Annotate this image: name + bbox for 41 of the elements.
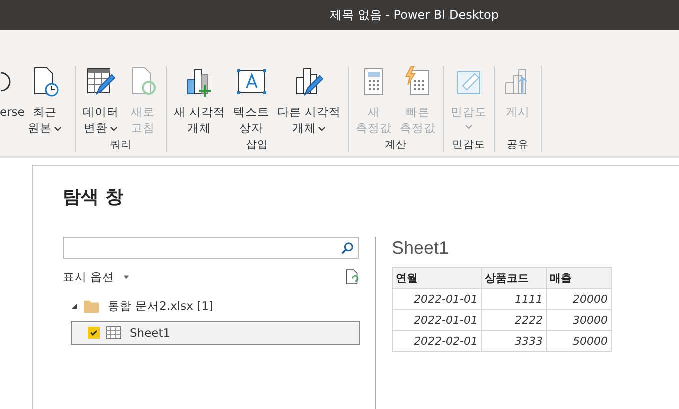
group-label: 민감도 — [452, 138, 486, 153]
ribbon-button[interactable]: 텍스트 상자 — [230, 66, 273, 138]
ribbon-button[interactable]: erse — [0, 66, 25, 156]
group-label: 삽입 — [246, 138, 269, 153]
expand-arrow-icon[interactable] — [71, 302, 78, 310]
checkbox[interactable] — [88, 327, 100, 339]
arc-icon — [0, 72, 11, 92]
table-cell: 30000 — [546, 310, 612, 330]
workbook-label[interactable]: 통합 문서2.xlsx [1] — [108, 298, 214, 314]
table-pencil-icon — [84, 66, 117, 98]
table-icon — [106, 326, 122, 340]
group-label: 계산 — [385, 138, 408, 153]
display-options-dropdown[interactable]: 표시 옵션 — [63, 270, 115, 284]
column-header: 상품코드 — [482, 268, 546, 288]
column-header: 매출 — [546, 268, 612, 288]
search-icon — [341, 242, 354, 254]
column-header: 연월 — [392, 268, 482, 288]
table-cell: 2022-01-01 — [392, 310, 482, 330]
ribbon-button[interactable]: 최근 원본 — [24, 66, 65, 156]
table-cell: 3333 — [482, 330, 546, 352]
table-cell: 2022-02-01 — [392, 330, 482, 352]
search-field[interactable] — [63, 237, 359, 259]
group-label: 쿼리 — [110, 138, 132, 153]
document-refresh-icon[interactable] — [345, 269, 359, 285]
table-cell: 50000 — [546, 330, 612, 352]
folder-icon — [83, 298, 100, 314]
ribbon-button[interactable]: 새 시각적 개체 — [170, 66, 229, 138]
table-cell: 2022-01-01 — [392, 288, 482, 310]
dropdown-arrow-icon[interactable] — [122, 274, 130, 280]
dialog-title: 탐색 창 — [63, 186, 124, 209]
ribbon-button[interactable]: 데이터 변환 — [80, 66, 122, 138]
ribbon-button[interactable]: 다른 시각적 개체 — [274, 66, 344, 138]
table-cell: 1111 — [482, 288, 546, 310]
tree-item[interactable]: Sheet1 — [71, 321, 360, 345]
window-title: 제목 없음 - Power BI Desktop — [330, 6, 499, 24]
table-cell: 20000 — [546, 288, 612, 310]
group-label: 공유 — [507, 138, 530, 153]
sheet-label: Sheet1 — [130, 326, 171, 340]
check-icon — [89, 328, 99, 338]
preview-title: Sheet1 — [392, 238, 450, 259]
table-cell: 2222 — [482, 310, 546, 330]
